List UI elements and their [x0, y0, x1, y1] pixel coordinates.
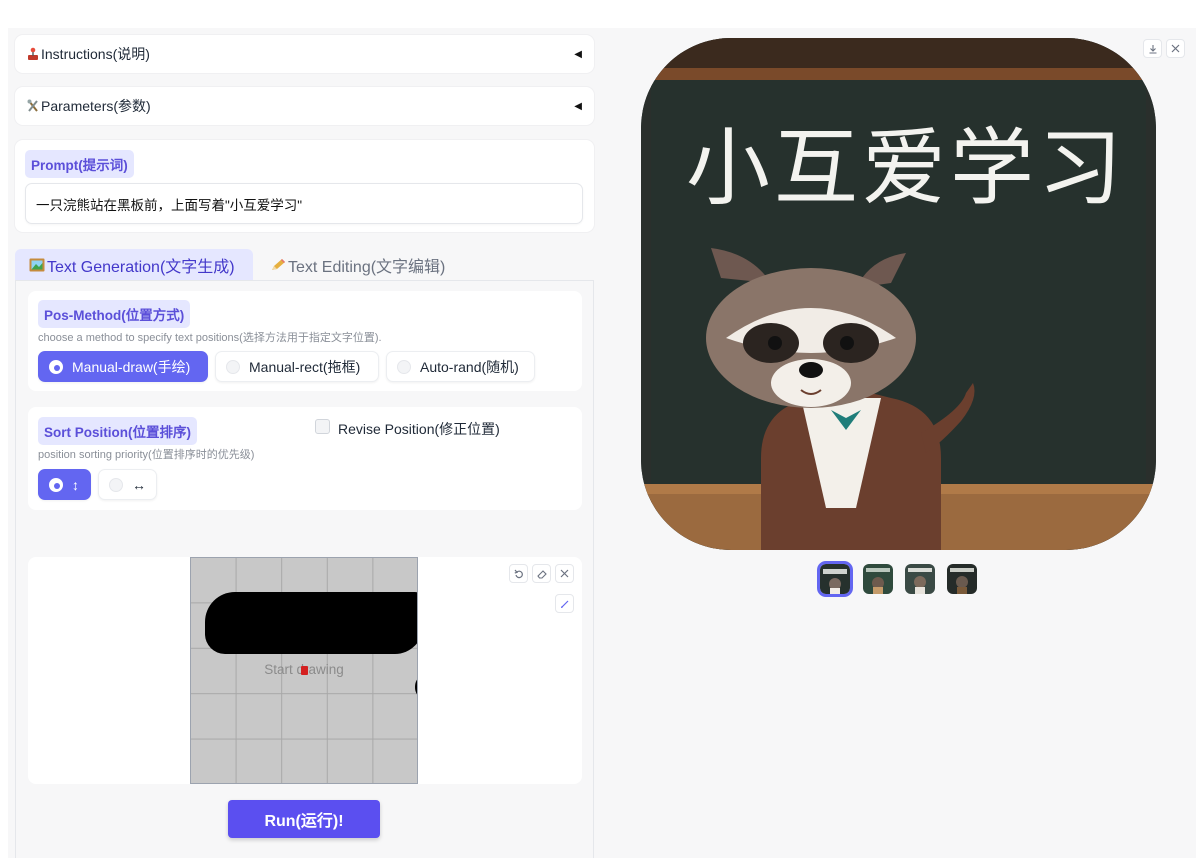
revise-position-checkbox[interactable] — [315, 419, 330, 434]
drawn-stroke — [415, 678, 417, 696]
drawn-stroke — [205, 592, 417, 654]
prompt-input[interactable]: 一只浣熊站在黑板前，上面写着"小互爱学习" — [25, 183, 583, 224]
brush-cursor-icon — [301, 666, 308, 675]
thumbnail-3[interactable] — [905, 564, 935, 594]
parameters-label: Parameters(参数) — [41, 98, 151, 114]
sort-position-section: Sort Position(位置排序) position sorting pri… — [28, 407, 582, 510]
tab-text-editing[interactable]: Text Editing(文字编辑) — [256, 249, 459, 280]
radio-sort-vertical-label: ↕ — [72, 476, 79, 493]
pos-method-tag: Pos-Method(位置方式) — [38, 300, 191, 328]
instructions-accordion[interactable]: Instructions(说明) ◀ — [15, 35, 594, 73]
radio-auto-rand[interactable]: Auto-rand(随机) — [386, 351, 535, 382]
thumbnail-1[interactable] — [817, 561, 853, 597]
collapse-arrow-icon[interactable]: ◀ — [574, 49, 582, 60]
revise-position-label: Revise Position(修正位置) — [338, 421, 500, 437]
sort-position-tag: Sort Position(位置排序) — [38, 417, 197, 445]
chalkboard-text: 小互爱学习 — [686, 119, 1127, 217]
radio-sort-horizontal-label: ↔ — [132, 476, 146, 493]
radio-manual-rect[interactable]: Manual-rect(拖框) — [215, 351, 379, 382]
run-button[interactable]: Run(运行)! — [228, 800, 380, 838]
eraser-icon[interactable] — [532, 564, 551, 583]
drawing-canvas[interactable]: Start drawing — [190, 557, 418, 784]
tools-icon — [27, 99, 39, 113]
sort-position-description: position sorting priority(位置排序时的优先级) — [38, 449, 255, 461]
output-image[interactable]: 小互爱学习 — [641, 38, 1156, 550]
pos-method-section: Pos-Method(位置方式) choose a method to spec… — [28, 291, 582, 391]
radio-manual-draw[interactable]: Manual-draw(手绘) — [38, 351, 208, 382]
radio-dot — [226, 359, 240, 374]
parameters-accordion[interactable]: Parameters(参数) ◀ — [15, 87, 594, 125]
radio-sort-horizontal[interactable]: ↔ — [98, 469, 157, 500]
radio-dot — [49, 477, 63, 492]
tab-text-generation-label: Text Generation(文字生成) — [47, 258, 235, 276]
radio-manual-draw-label: Manual-draw(手绘) — [72, 358, 191, 375]
prompt-tag: Prompt(提示词) — [25, 150, 134, 178]
radio-dot — [109, 477, 123, 492]
radio-sort-vertical[interactable]: ↕ — [38, 469, 91, 500]
close-icon[interactable] — [1166, 39, 1185, 58]
prompt-section: Prompt(提示词) 一只浣熊站在黑板前，上面写着"小互爱学习" — [15, 140, 594, 232]
tab-text-editing-label: Text Editing(文字编辑) — [288, 258, 446, 276]
radio-dot — [397, 359, 411, 374]
brush-icon[interactable] — [555, 594, 574, 613]
pos-method-description: choose a method to specify text position… — [38, 332, 382, 344]
radio-manual-rect-label: Manual-rect(拖框) — [249, 358, 361, 375]
tab-text-generation[interactable]: Text Generation(文字生成) — [15, 249, 253, 280]
joystick-icon — [27, 47, 39, 61]
undo-icon[interactable] — [509, 564, 528, 583]
collapse-arrow-icon[interactable]: ◀ — [574, 101, 582, 112]
radio-auto-rand-label: Auto-rand(随机) — [420, 358, 519, 375]
radio-dot — [49, 359, 63, 374]
thumbnail-2[interactable] — [863, 564, 893, 594]
download-icon[interactable] — [1143, 39, 1162, 58]
pencil-icon — [270, 258, 286, 272]
close-icon[interactable] — [555, 564, 574, 583]
instructions-label: Instructions(说明) — [41, 46, 150, 62]
thumbnail-4[interactable] — [947, 564, 977, 594]
framed-picture-icon — [29, 258, 45, 272]
